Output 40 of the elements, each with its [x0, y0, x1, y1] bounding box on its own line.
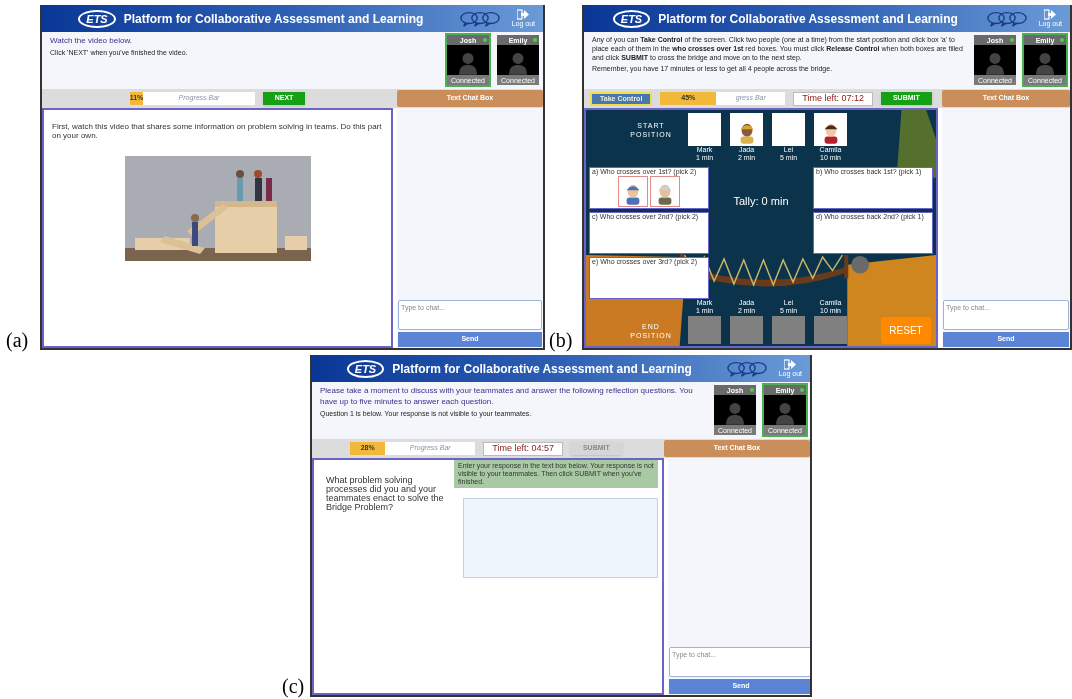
- question-text: What problem solving processes did you and your teammates enact to solve the Bridge Problem?: [326, 476, 445, 512]
- panel-label: (a): [6, 330, 29, 350]
- exit-arrow-icon: [517, 9, 530, 20]
- instruction-text: Watch the video below.: [50, 35, 133, 46]
- logo: ETS: [612, 9, 651, 28]
- exit-arrow-icon: [1044, 9, 1057, 20]
- speech-bubbles-icon: [986, 9, 1027, 28]
- start-slot[interactable]: [772, 113, 805, 146]
- end-slot[interactable]: [814, 316, 847, 344]
- panel-label: (b): [549, 330, 573, 350]
- app-title: Platform for Collaborative Assessment and Learning: [658, 10, 958, 28]
- logo: ETS: [346, 359, 385, 378]
- response-field[interactable]: [463, 498, 658, 578]
- avatar-silhouette-icon: [775, 401, 795, 425]
- tally-text: Tally: 0 min: [733, 194, 789, 209]
- avatar-silhouette-icon: [985, 51, 1005, 75]
- avatar-silhouette-icon: [458, 51, 478, 75]
- avatar-silhouette-icon: [1035, 51, 1055, 75]
- app-title: Platform for Collaborative Assessment and Learning: [392, 360, 692, 378]
- start-slot[interactable]: [688, 113, 721, 146]
- end-slot[interactable]: [730, 316, 763, 344]
- speech-bubbles-icon: [459, 9, 500, 28]
- logo: ETS: [78, 9, 116, 28]
- instruction-text: Please take a moment to discuss with your teammates and answer the following reflection questions. You have up to five minutes to answer each question.: [320, 385, 694, 407]
- selected-person-slot[interactable]: [618, 176, 648, 207]
- end-slot[interactable]: [688, 316, 721, 344]
- exit-arrow-icon: [784, 359, 797, 370]
- avatar-silhouette-icon: [725, 401, 745, 425]
- timer: Time left: 04:57: [483, 441, 563, 456]
- timer: Time left: 07:12: [793, 91, 873, 106]
- end-slot[interactable]: [772, 316, 805, 344]
- speech-bubbles-icon: [726, 359, 767, 378]
- start-slot[interactable]: [814, 113, 847, 146]
- avatar-silhouette-icon: [508, 51, 528, 75]
- reset-button[interactable]: RESET: [881, 317, 931, 344]
- panel-label: (c): [282, 676, 305, 696]
- app-title: Platform for Collaborative Assessment and Learning: [123, 10, 424, 28]
- start-slot[interactable]: [730, 113, 763, 146]
- selected-person-slot[interactable]: [650, 176, 680, 207]
- video-description: First, watch this video that shares some information on problem solving in teams. Do this part on your own.: [51, 121, 383, 140]
